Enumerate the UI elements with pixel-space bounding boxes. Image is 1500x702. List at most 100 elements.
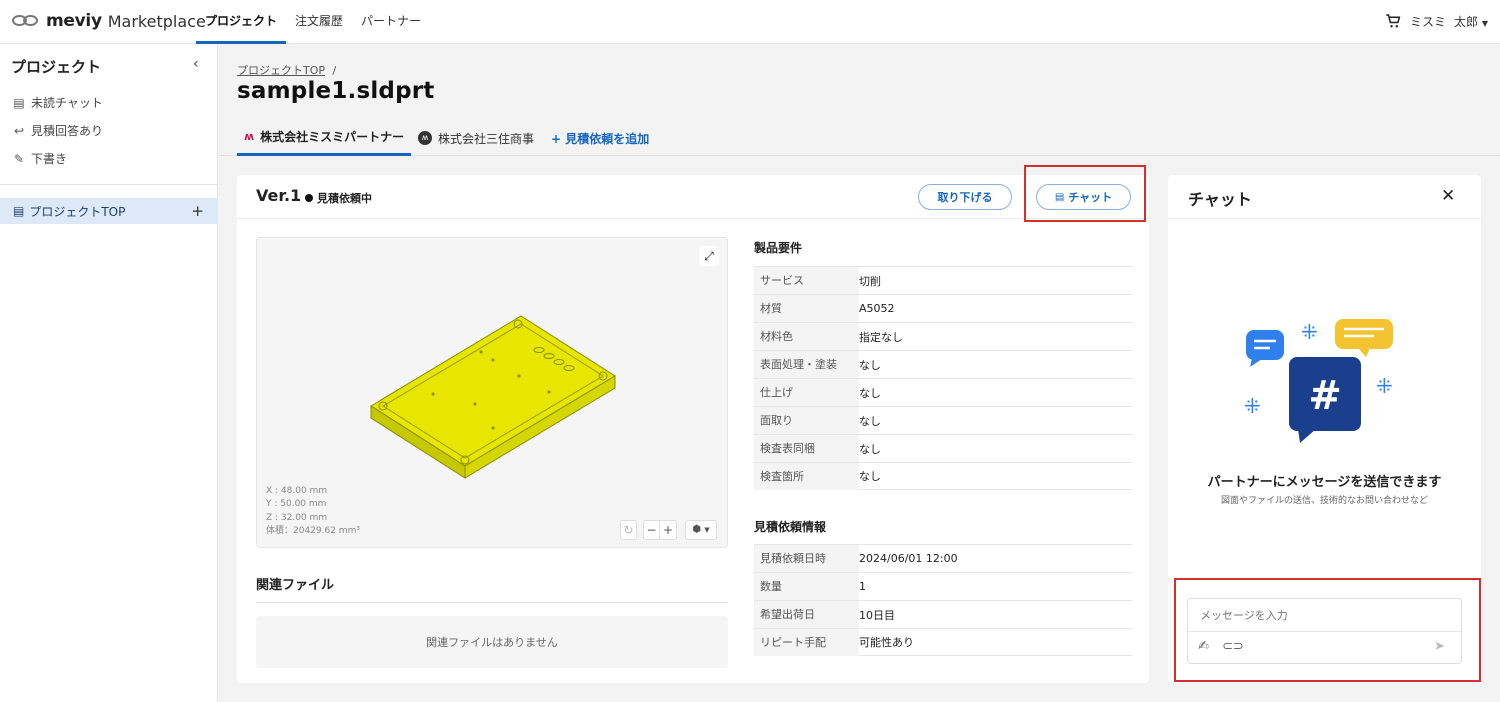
row-key: 仕上げ — [754, 379, 859, 406]
user-company: ミスミ — [1409, 14, 1446, 29]
row-key: 材料色 — [754, 323, 859, 350]
sidebar-item-unread-chat[interactable]: ▤ 未読チャット — [12, 94, 103, 111]
table-row: サービス 切削 — [754, 266, 1132, 294]
reset-view-icon[interactable]: ↻ — [620, 520, 637, 540]
row-key: 検査表同梱 — [754, 435, 859, 462]
row-value: 指定なし — [859, 330, 903, 344]
chat-empty-title: パートナーにメッセージを送信できます — [1207, 475, 1442, 490]
top-bar: meviy Marketplace プロジェクト 注文履歴 パートナー ミスミ … — [0, 0, 1500, 44]
divider — [0, 184, 218, 185]
top-nav: プロジェクト 注文履歴 パートナー — [196, 0, 430, 44]
quote-info-title: 見積依頼情報 — [754, 520, 827, 534]
table-row: 表面処理・塗装 なし — [754, 350, 1132, 378]
sidebar-item-quote-replied[interactable]: ↩ 見積回答あり — [12, 122, 103, 139]
row-key: 表面処理・塗装 — [754, 351, 859, 378]
meviy-logo-icon — [12, 15, 40, 27]
table-row: 面取り なし — [754, 406, 1132, 434]
user-name: 太郎 — [1454, 14, 1479, 29]
row-value: なし — [859, 414, 881, 428]
logo[interactable]: meviy Marketplace — [12, 11, 206, 31]
list-icon: ▤ — [13, 204, 25, 218]
row-value: なし — [859, 442, 881, 456]
sidebar-item-label: 見積回答あり — [31, 124, 104, 138]
dim-z: Z : 32.00 mm — [266, 512, 328, 523]
partner-logo-icon: ʍ — [418, 131, 432, 145]
row-value: なし — [859, 386, 881, 400]
table-row: 見積依頼日時 2024/06/01 12:00 — [754, 544, 1132, 572]
chat-icon: ▤ — [13, 95, 25, 110]
cube-icon: ⬢ — [692, 524, 702, 535]
highlight-box-chat-button — [1024, 165, 1146, 222]
breadcrumb-link[interactable]: プロジェクトTOP — [237, 64, 325, 77]
related-files-title: 関連ファイル — [256, 578, 335, 593]
chevron-down-icon: ▼ — [1481, 18, 1488, 28]
logo-product: Marketplace — [107, 11, 206, 31]
row-value: 可能性あり — [859, 636, 914, 649]
model-dimensions: X : 48.00 mm Y : 50.00 mm Z : 32.00 mm 体… — [266, 485, 360, 538]
tab-label: 株式会社三住商事 — [438, 131, 535, 146]
nav-order-history[interactable]: 注文履歴 — [286, 0, 352, 44]
divider — [256, 602, 728, 603]
user-area: ミスミ 太郎 ▼ — [1384, 12, 1488, 30]
highlight-box-composer — [1174, 578, 1481, 682]
withdraw-label: 取り下げる — [937, 191, 993, 204]
version-header: Ver.1 見積依頼中 取り下げる ▤ チャット — [237, 165, 1149, 222]
status-text: 見積依頼中 — [317, 192, 372, 205]
dim-volume: 体積：20429.62 mm³ — [266, 525, 360, 536]
row-value: 2024/06/01 12:00 — [859, 552, 958, 565]
spec-table: サービス 切削 材質 A5052 材料色 指定なし 表面処理・塗装 なし 仕上げ なし 面… — [754, 266, 1132, 490]
svg-text:#: # — [1308, 373, 1342, 419]
tab-misumi-shoji[interactable]: ʍ 株式会社三住商事 — [418, 120, 534, 156]
table-row: 検査表同梱 なし — [754, 434, 1132, 462]
chevron-down-icon: ▼ — [704, 526, 710, 534]
quote-info-table: 見積依頼日時 2024/06/01 12:00 数量 1 希望出荷日 10日目 リピー… — [754, 544, 1132, 656]
partner-logo-icon: ʍ — [244, 130, 255, 143]
tab-label: 株式会社ミスミパートナー — [260, 130, 405, 144]
add-project-button[interactable]: + — [191, 202, 204, 220]
add-quote-request-tab[interactable]: + 見積依頼を追加 — [551, 120, 649, 156]
view-cube-dropdown[interactable]: ⬢ ▼ — [685, 520, 717, 540]
row-value: なし — [859, 470, 881, 483]
table-row: 希望出荷日 10日目 — [754, 600, 1132, 628]
logo-brand: meviy — [46, 11, 102, 31]
related-files-empty: 関連ファイルはありません — [256, 616, 728, 668]
cart-icon[interactable] — [1384, 12, 1402, 30]
sidebar-item-label: 下書き — [31, 152, 68, 166]
breadcrumb: プロジェクトTOP / — [237, 62, 336, 78]
sidebar-item-label: プロジェクトTOP — [29, 204, 126, 219]
row-key: 希望出荷日 — [754, 601, 859, 628]
chat-header: チャット ✕ — [1168, 175, 1481, 219]
zoom-out-button[interactable]: − — [644, 521, 660, 539]
nav-partners[interactable]: パートナー — [352, 0, 430, 44]
dim-y: Y : 50.00 mm — [266, 499, 327, 510]
dim-x: X : 48.00 mm — [266, 486, 328, 496]
nav-projects[interactable]: プロジェクト — [196, 0, 287, 44]
spec-title: 製品要件 — [754, 241, 803, 255]
chat-empty-subtitle: 図面やファイルの送信、技術的なお問い合わせなど — [1220, 496, 1428, 506]
sidebar-item-drafts[interactable]: ✎ 下書き — [12, 150, 67, 167]
sidebar-item-label: 未読チャット — [31, 96, 103, 110]
chat-title: チャット — [1188, 190, 1252, 209]
version-label: Ver.1 — [256, 186, 302, 205]
zoom-in-button[interactable]: + — [660, 521, 676, 539]
page-title: sample1.sldprt — [237, 78, 435, 104]
row-value: 1 — [859, 580, 866, 593]
sidebar: プロジェクト ‹ ▤ 未読チャット ↩ 見積回答あり ✎ 下書き ▤ プロジェク… — [0, 44, 218, 702]
svg-text:⁜: ⁜ — [1376, 374, 1393, 398]
chat-illustration-icon: # ⁜ ⁜ ⁜ — [1244, 319, 1393, 443]
user-menu[interactable]: 太郎 ▼ — [1454, 13, 1488, 30]
status-badge: 見積依頼中 — [305, 190, 372, 206]
sidebar-item-project-top[interactable]: ▤ プロジェクトTOP + — [0, 198, 218, 224]
sidebar-title: プロジェクト — [11, 58, 102, 76]
table-row: 検査箇所 なし — [754, 462, 1132, 490]
row-key: リピート手配 — [754, 628, 859, 656]
close-icon[interactable]: ✕ — [1441, 186, 1455, 206]
tab-misumi-partner[interactable]: ʍ 株式会社ミスミパートナー — [237, 120, 412, 156]
table-row: 材質 A5052 — [754, 294, 1132, 322]
3d-viewer[interactable]: ⤢ X : 48.00 mm Y : 50.00 mm Z : 32.00 mm… — [256, 237, 728, 548]
withdraw-button[interactable]: 取り下げる — [918, 184, 1012, 210]
version-card: Ver.1 見積依頼中 取り下げる ▤ チャット ⤢ X: 48.00 mm … — [237, 165, 1149, 683]
row-key: 材質 — [754, 295, 859, 322]
breadcrumb-separator: / — [332, 64, 337, 77]
collapse-sidebar-icon[interactable]: ‹ — [193, 56, 199, 72]
